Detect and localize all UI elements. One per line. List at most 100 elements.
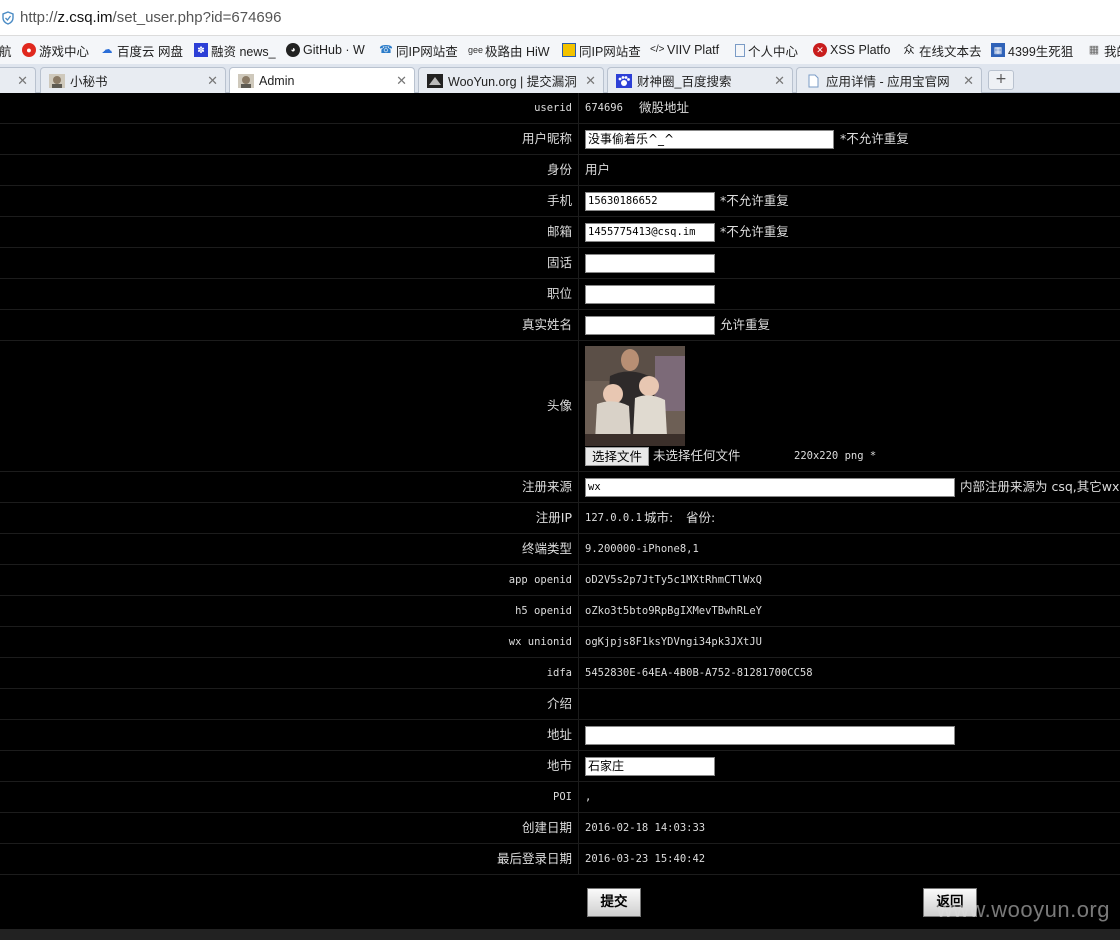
tab[interactable]: 财神圈_百度搜索 ✕ (607, 67, 793, 93)
field-label: 注册IP (0, 503, 579, 533)
bookmark-item[interactable]: ✽ 融资 news_ (194, 42, 276, 59)
tab[interactable]: ✕ (0, 67, 36, 93)
close-icon[interactable]: ✕ (774, 73, 785, 89)
bookmark-label: VIIV Platf (667, 43, 720, 57)
phone-input[interactable]: 15630186652 (585, 192, 715, 211)
bookmark-item[interactable]: ▦ 我的 (1087, 42, 1120, 59)
bookmark-item[interactable]: 个人中心 (735, 42, 799, 59)
bookmark-item[interactable]: </> VIIV Platf (650, 42, 719, 58)
field-label: 固话 (0, 248, 579, 278)
submit-button[interactable]: 提交 (587, 888, 641, 917)
url-host: z.csq.im (57, 9, 113, 26)
row-userid: userid 674696 微股地址 (0, 93, 1120, 124)
choose-file-button[interactable]: 选择文件 (585, 447, 649, 466)
field-label: app openid (0, 565, 579, 595)
source-input[interactable]: wx (585, 478, 955, 497)
device-value: 9.200000-iPhone8,1 (585, 543, 699, 555)
nickname-input[interactable]: 没事偷着乐^_^ (585, 130, 834, 149)
field-label: 创建日期 (0, 813, 579, 843)
game-icon: ● (22, 43, 36, 57)
divider (0, 929, 1120, 940)
close-icon[interactable]: ✕ (396, 73, 407, 89)
tab-label: 财神圈_百度搜索 (637, 75, 732, 89)
row-avatar: 头像 选择文件 未选择任何文件 220x220 png * (0, 341, 1120, 472)
row-nickname: 用户昵称 没事偷着乐^_^ *不允许重复 (0, 124, 1120, 155)
close-icon[interactable]: ✕ (585, 73, 596, 89)
bookmark-item[interactable]: 众在线文本去 (902, 42, 982, 59)
phone-note: *不允许重复 (720, 193, 789, 208)
url-text[interactable]: http://z.csq.im/set_user.php?id=674696 (20, 9, 281, 26)
field-label: 头像 (0, 341, 579, 471)
bookmark-item[interactable]: ◕ GitHub · W (286, 42, 365, 58)
bookmark-label: 极路由 HiW (485, 44, 550, 59)
bookmark-label: 个人中心 (748, 44, 799, 59)
idfa-value: 5452830E-64EA-4B0B-A752-81281700CC58 (585, 667, 813, 679)
field-label: 终端类型 (0, 534, 579, 564)
grid-icon: ▦ (991, 43, 1005, 57)
watermark: www.wooyun.org (936, 897, 1110, 922)
tab-admin[interactable]: Admin ✕ (229, 67, 415, 94)
bookmark-item[interactable]: 同IP网站查 (562, 42, 641, 59)
field-label: wx unionid (0, 627, 579, 657)
created-value: 2016-02-18 14:03:33 (585, 822, 706, 834)
row-reg-ip: 注册IP 127.0.0.1 城市: 省份: (0, 503, 1120, 534)
row-phone: 手机 15630186652 *不允许重复 (0, 186, 1120, 217)
bookmark-item[interactable]: gee 极路由 HiW (468, 42, 550, 59)
field-label: idfa (0, 658, 579, 688)
address-input[interactable] (585, 726, 955, 745)
email-note: *不允许重复 (720, 224, 789, 239)
bookmark-item[interactable]: ☁ 百度云 网盘 (100, 42, 183, 59)
row-identity: 身份 用户 (0, 155, 1120, 186)
bookmark-item[interactable]: ● 游戏中心 (22, 42, 89, 59)
address-bar[interactable]: http://z.csq.im/set_user.php?id=674696 (0, 0, 1120, 36)
file-status: 未选择任何文件 (653, 448, 741, 463)
tab-label: 应用详情 - 应用宝官网 (826, 75, 950, 89)
page-icon (808, 74, 819, 87)
bookmark-item[interactable]: 航 (0, 42, 12, 59)
wx-unionid-value: ogKjpjs8F1ksYDVngi34pk3JXtJU (585, 636, 763, 648)
bookmark-label: 航 (0, 44, 12, 59)
landline-input[interactable] (585, 254, 715, 273)
app-openid-value: oD2V5s2p7JtTy5c1MXtRhmCTlWxQ (585, 574, 763, 586)
field-label: 注册来源 (0, 472, 579, 502)
url-prefix: http:// (20, 9, 58, 26)
tab[interactable]: 小秘书 ✕ (40, 67, 226, 93)
tab[interactable]: WooYun.org | 提交漏洞 ✕ (418, 67, 604, 93)
paw-icon (616, 73, 632, 88)
field-label: 最后登录日期 (0, 844, 579, 874)
email-input[interactable]: 1455775413@csq.im (585, 223, 715, 242)
tab-strip: ✕ 小秘书 ✕ Admin ✕ WooYun.org | 提交漏洞 ✕ 财神圈_… (0, 64, 1120, 94)
form-actions: 提交 返回 www.wooyun.org (0, 877, 1120, 940)
realname-input[interactable] (585, 316, 715, 335)
avatar-image (585, 346, 685, 446)
close-icon[interactable]: ✕ (17, 73, 28, 89)
row-position: 职位 (0, 279, 1120, 310)
site-icon (562, 43, 576, 57)
close-icon[interactable]: ✕ (963, 73, 974, 89)
field-label: 地市 (0, 751, 579, 781)
userid-value: 674696 (585, 102, 623, 114)
close-icon[interactable]: ✕ (207, 73, 218, 89)
avatar-hint: 220x220 png * (794, 450, 877, 462)
bookmark-item[interactable]: ☎ 同IP网站查 (379, 42, 458, 59)
identity-value: 用户 (585, 162, 611, 177)
bookmark-label: 在线文本去 (919, 44, 982, 59)
bookmark-item[interactable]: ▦ 4399生死狙 (991, 42, 1073, 59)
avatar-icon (49, 73, 65, 88)
field-label: userid (0, 93, 579, 123)
grid-icon: ▦ (1088, 44, 1100, 56)
tab[interactable]: 应用详情 - 应用宝官网 ✕ (796, 67, 982, 93)
bookmark-item[interactable]: ✕ XSS Platfo (813, 42, 890, 58)
field-label: 职位 (0, 279, 579, 309)
row-device: 终端类型 9.200000-iPhone8,1 (0, 534, 1120, 565)
position-input[interactable] (585, 285, 715, 304)
field-label: 邮箱 (0, 217, 579, 247)
row-realname: 真实姓名 允许重复 (0, 310, 1120, 341)
city-label: 城市: (644, 510, 674, 525)
new-tab-button[interactable]: + (988, 70, 1014, 90)
tab-label: Admin (259, 74, 295, 88)
city-input[interactable]: 石家庄 (585, 757, 715, 776)
field-label: h5 openid (0, 596, 579, 626)
realname-note: 允许重复 (720, 317, 771, 332)
field-label: 地址 (0, 720, 579, 750)
